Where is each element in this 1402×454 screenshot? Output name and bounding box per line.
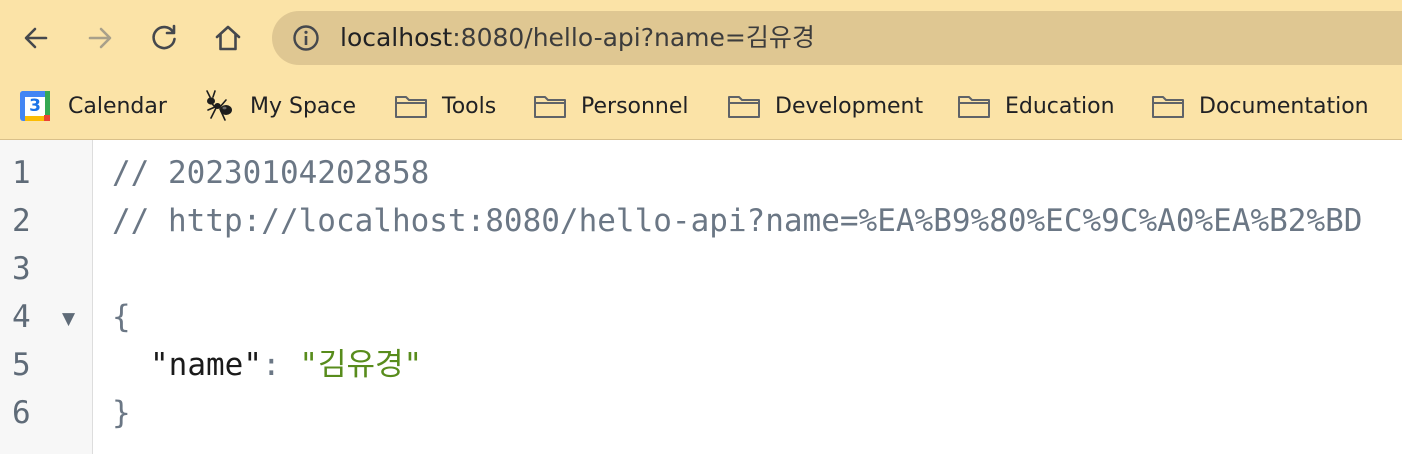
google-calendar-icon: 3 <box>20 91 50 121</box>
ant-icon <box>206 90 232 121</box>
bookmark-folder-development[interactable]: Development <box>727 84 923 128</box>
info-circle-icon[interactable] <box>292 24 320 52</box>
home-button[interactable] <box>208 18 248 58</box>
bookmark-folder-personnel[interactable]: Personnel <box>533 84 689 128</box>
folder-icon <box>534 96 566 118</box>
calendar-day-number: 3 <box>29 96 41 116</box>
bookmark-label: Calendar <box>68 93 167 119</box>
arrow-left-icon <box>24 27 48 49</box>
json-property-line: "name": "김유경" <box>150 341 422 389</box>
folder-icon <box>728 96 760 118</box>
bookmark-label: Documentation <box>1199 93 1369 119</box>
comment-url: // http://localhost:8080/hello-api?name=… <box>112 203 1363 239</box>
line-number: 2 <box>12 203 31 239</box>
forward-button[interactable] <box>80 18 120 58</box>
json-key: "name" <box>150 347 262 383</box>
json-colon: : <box>261 347 281 383</box>
reload-button[interactable] <box>144 18 184 58</box>
bookmark-calendar[interactable]: 3 Calendar <box>20 84 167 128</box>
arrow-right-icon <box>88 27 112 49</box>
address-bar[interactable]: localhost:8080/hello-api?name=김유경 <box>272 11 1402 65</box>
line-number: 1 <box>12 155 31 191</box>
bookmarks-bar: 3 Calendar My Space Tools Personnel Deve… <box>0 84 1402 128</box>
fold-triangle-icon[interactable]: ▼ <box>62 295 75 343</box>
back-button[interactable] <box>16 18 56 58</box>
line-number: 5 <box>12 347 31 383</box>
bookmark-my-space[interactable]: My Space <box>200 84 356 128</box>
folder-icon <box>958 96 990 118</box>
comment-timestamp: // 20230104202858 <box>112 155 430 191</box>
line-number-gutter: 1 2 3 4 ▼ 5 6 <box>0 140 93 454</box>
bookmark-folder-documentation[interactable]: Documentation <box>1151 84 1369 128</box>
bookmark-label: Education <box>1005 93 1115 119</box>
bookmark-folder-tools[interactable]: Tools <box>394 84 496 128</box>
url-text[interactable]: localhost:8080/hello-api?name=김유경 <box>340 11 815 65</box>
json-value: "김유경" <box>299 347 423 383</box>
bookmark-label: Tools <box>442 93 497 119</box>
line-number: 6 <box>12 395 31 431</box>
bookmark-label: Development <box>775 93 924 119</box>
reload-icon <box>152 24 176 50</box>
close-brace: } <box>112 395 131 431</box>
url-path: :8080/hello-api?name=김유경 <box>452 23 815 52</box>
url-domain: localhost <box>340 23 453 52</box>
bookmark-label: My Space <box>250 93 357 119</box>
line-number: 3 <box>12 251 31 287</box>
bookmark-folder-education[interactable]: Education <box>957 84 1115 128</box>
bookmark-label: Personnel <box>581 93 689 119</box>
open-brace: { <box>112 299 131 335</box>
line-number: 4 <box>12 299 31 335</box>
json-viewer: 1 2 3 4 ▼ 5 6 // 20230104202858 // http:… <box>0 140 1402 454</box>
folder-icon <box>395 96 427 118</box>
home-icon <box>215 25 241 51</box>
folder-icon <box>1152 96 1184 118</box>
